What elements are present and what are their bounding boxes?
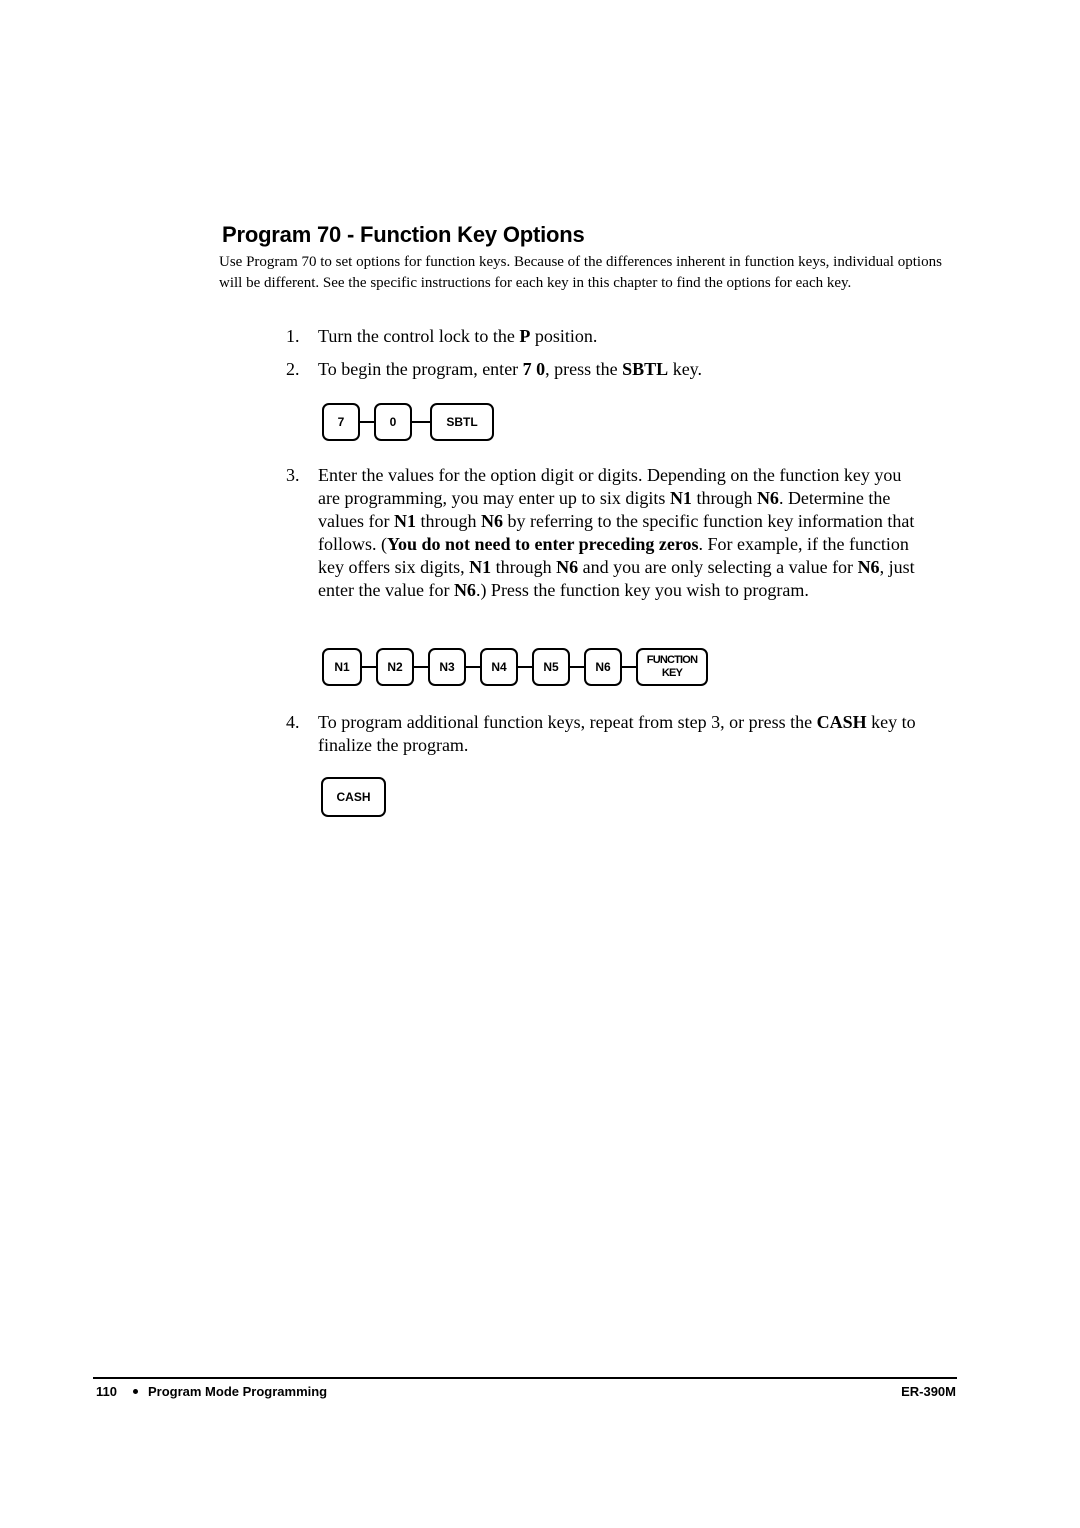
key-sequence-step-4: CASH bbox=[321, 777, 386, 817]
connector-line bbox=[622, 666, 636, 668]
intro-paragraph: Use Program 70 to set options for functi… bbox=[219, 254, 942, 291]
step-text: Enter the values for the option digit or… bbox=[318, 465, 915, 600]
key-7: 7 bbox=[322, 403, 360, 441]
key-sequence-step-3: N1 N2 N3 N4 N5 N6 FUNCTION KEY bbox=[322, 648, 708, 686]
key-function-key: FUNCTION KEY bbox=[636, 648, 708, 686]
bullet-icon bbox=[132, 1389, 138, 1395]
footer-rule bbox=[93, 1377, 957, 1379]
page-number: 110 bbox=[96, 1384, 117, 1399]
step-3: 3. Enter the values for the option digit… bbox=[286, 464, 926, 602]
page-footer: 110 Program Mode Programming ER-390M bbox=[96, 1384, 956, 1399]
key-n5: N5 bbox=[532, 648, 570, 686]
connector-line bbox=[518, 666, 532, 668]
step-number: 3. bbox=[286, 465, 300, 485]
connector-line bbox=[414, 666, 428, 668]
key-n6: N6 bbox=[584, 648, 622, 686]
step-number: 2. bbox=[286, 359, 300, 379]
connector-line bbox=[466, 666, 480, 668]
key-sbtl: SBTL bbox=[430, 403, 494, 441]
step-text: To begin the program, enter 7 0, press t… bbox=[318, 359, 703, 379]
key-sequence-step-2: 7 0 SBTL bbox=[322, 403, 494, 441]
connector-line bbox=[360, 421, 374, 423]
step-number: 4. bbox=[286, 712, 300, 732]
section-name: Program Mode Programming bbox=[147, 1384, 328, 1399]
step-4: 4. To program additional function keys, … bbox=[286, 711, 926, 757]
key-n1: N1 bbox=[322, 648, 362, 686]
step-number: 1. bbox=[286, 326, 300, 346]
key-0: 0 bbox=[374, 403, 412, 441]
page-title: Program 70 - Function Key Options bbox=[222, 222, 585, 247]
key-n2: N2 bbox=[376, 648, 414, 686]
connector-line bbox=[362, 666, 376, 668]
step-1: 1. Turn the control lock to the P positi… bbox=[286, 325, 926, 348]
step-text: To program additional function keys, rep… bbox=[318, 712, 916, 755]
key-cash: CASH bbox=[321, 777, 386, 817]
connector-line bbox=[570, 666, 584, 668]
step-2: 2. To begin the program, enter 7 0, pres… bbox=[286, 358, 926, 381]
key-n4: N4 bbox=[480, 648, 518, 686]
model-name: ER-390M bbox=[901, 1384, 956, 1399]
connector-line bbox=[412, 421, 430, 423]
step-text: Turn the control lock to the P position. bbox=[318, 326, 598, 346]
key-n3: N3 bbox=[428, 648, 466, 686]
